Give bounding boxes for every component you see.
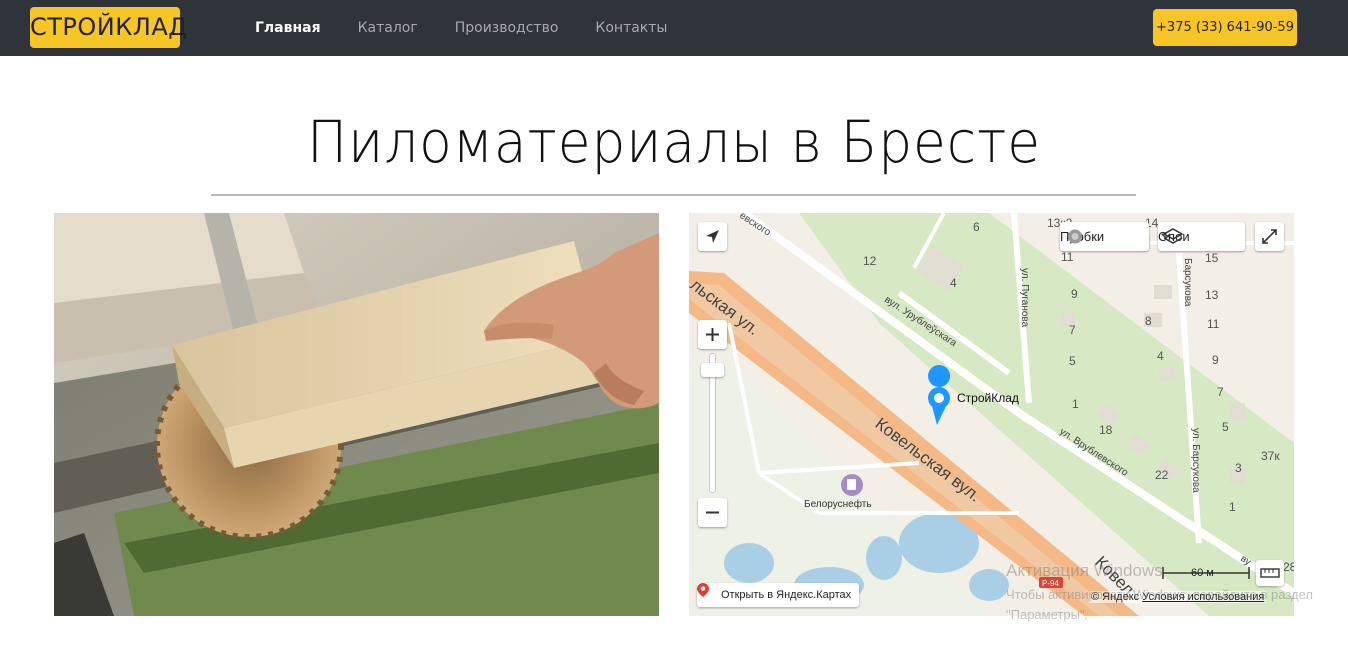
street-label: Барсукова (1182, 258, 1193, 307)
zoom-slider-handle[interactable] (701, 363, 724, 377)
marker-label: СтройКлад (957, 391, 1019, 405)
yandex-map[interactable]: 6 12 4 13к2 14 11 9 7 5 1 15 13 11 9 7 8… (689, 213, 1294, 616)
house-number: 12 (863, 254, 877, 268)
house-number: 7 (1217, 385, 1224, 399)
house-number: 1 (1229, 500, 1236, 514)
phone-button[interactable]: +375 (33) 641-90-59 (1153, 9, 1297, 46)
arrow-icon (706, 230, 719, 243)
house-number: 6 (973, 220, 980, 234)
house-number: 15 (1205, 251, 1219, 265)
circular-saw-photo (54, 213, 659, 616)
house-number: 9 (1071, 287, 1078, 301)
house-number: 11 (1061, 250, 1074, 264)
house-number: 11 (1207, 317, 1220, 331)
traffic-button[interactable]: Пробки (1060, 222, 1149, 251)
house-number: 18 (1099, 423, 1113, 437)
house-number: 22 (1155, 468, 1169, 482)
map-pin-icon (697, 583, 709, 597)
minus-icon (706, 511, 719, 514)
watermark-text: Чтобы активировать Windows, перейдите в … (1006, 587, 1313, 622)
plus-icon (706, 328, 719, 341)
house-number: 3 (1235, 461, 1242, 475)
scale-label: 60 м (1191, 567, 1214, 579)
open-in-yandex-maps-link[interactable]: Открыть в Яндекс.Картах (697, 583, 860, 607)
street-label: ул. Пуганова (1019, 268, 1030, 328)
poi-label: Белоруснефть (804, 498, 872, 510)
street-label: ул. Барсукова (1190, 428, 1201, 493)
nav-contacts[interactable]: Контакты (595, 20, 667, 36)
expand-icon (1262, 229, 1277, 244)
nav-catalog[interactable]: Каталог (358, 20, 418, 36)
house-number: 4 (950, 276, 957, 290)
nav-home[interactable]: Главная (255, 20, 321, 36)
site-header: СТРОЙКЛАД Главная Каталог Производство К… (0, 0, 1348, 56)
house-number: 5 (1069, 354, 1076, 368)
house-number: 5 (1222, 420, 1229, 434)
nav-production[interactable]: Производство (455, 20, 559, 36)
fullscreen-button[interactable] (1255, 222, 1284, 251)
watermark-title: Активация Windows (1006, 561, 1163, 580)
traffic-icon (1068, 229, 1082, 244)
house-number: 1 (1072, 397, 1079, 411)
title-divider (211, 194, 1136, 196)
open-in-yandex-label: Открыть в Яндекс.Картах (721, 589, 852, 601)
page-title: Пиломатериалы в Бресте (307, 108, 1041, 176)
house-number: 13 (1205, 288, 1219, 302)
logo[interactable]: СТРОЙКЛАД (30, 7, 187, 48)
geolocation-button[interactable] (698, 222, 727, 251)
house-number: 7 (1069, 323, 1076, 337)
zoom-out-button[interactable] (698, 498, 727, 527)
ruler-icon (1260, 568, 1280, 578)
ruler-button[interactable] (1256, 560, 1284, 586)
zoom-in-button[interactable] (698, 320, 727, 349)
map-canvas[interactable]: 6 12 4 13к2 14 11 9 7 5 1 15 13 11 9 7 8… (689, 213, 1294, 616)
main-nav: Главная Каталог Производство Контакты (255, 0, 704, 56)
saw-photo (54, 213, 659, 616)
chevron-down-icon (1161, 233, 1171, 240)
house-number: 28 (1283, 560, 1294, 574)
house-number: 9 (1212, 353, 1219, 367)
house-number: 4 (1157, 349, 1164, 363)
layers-button[interactable]: Слои (1158, 222, 1245, 251)
house-number: 37к (1261, 449, 1280, 463)
house-number: 8 (1145, 314, 1152, 328)
